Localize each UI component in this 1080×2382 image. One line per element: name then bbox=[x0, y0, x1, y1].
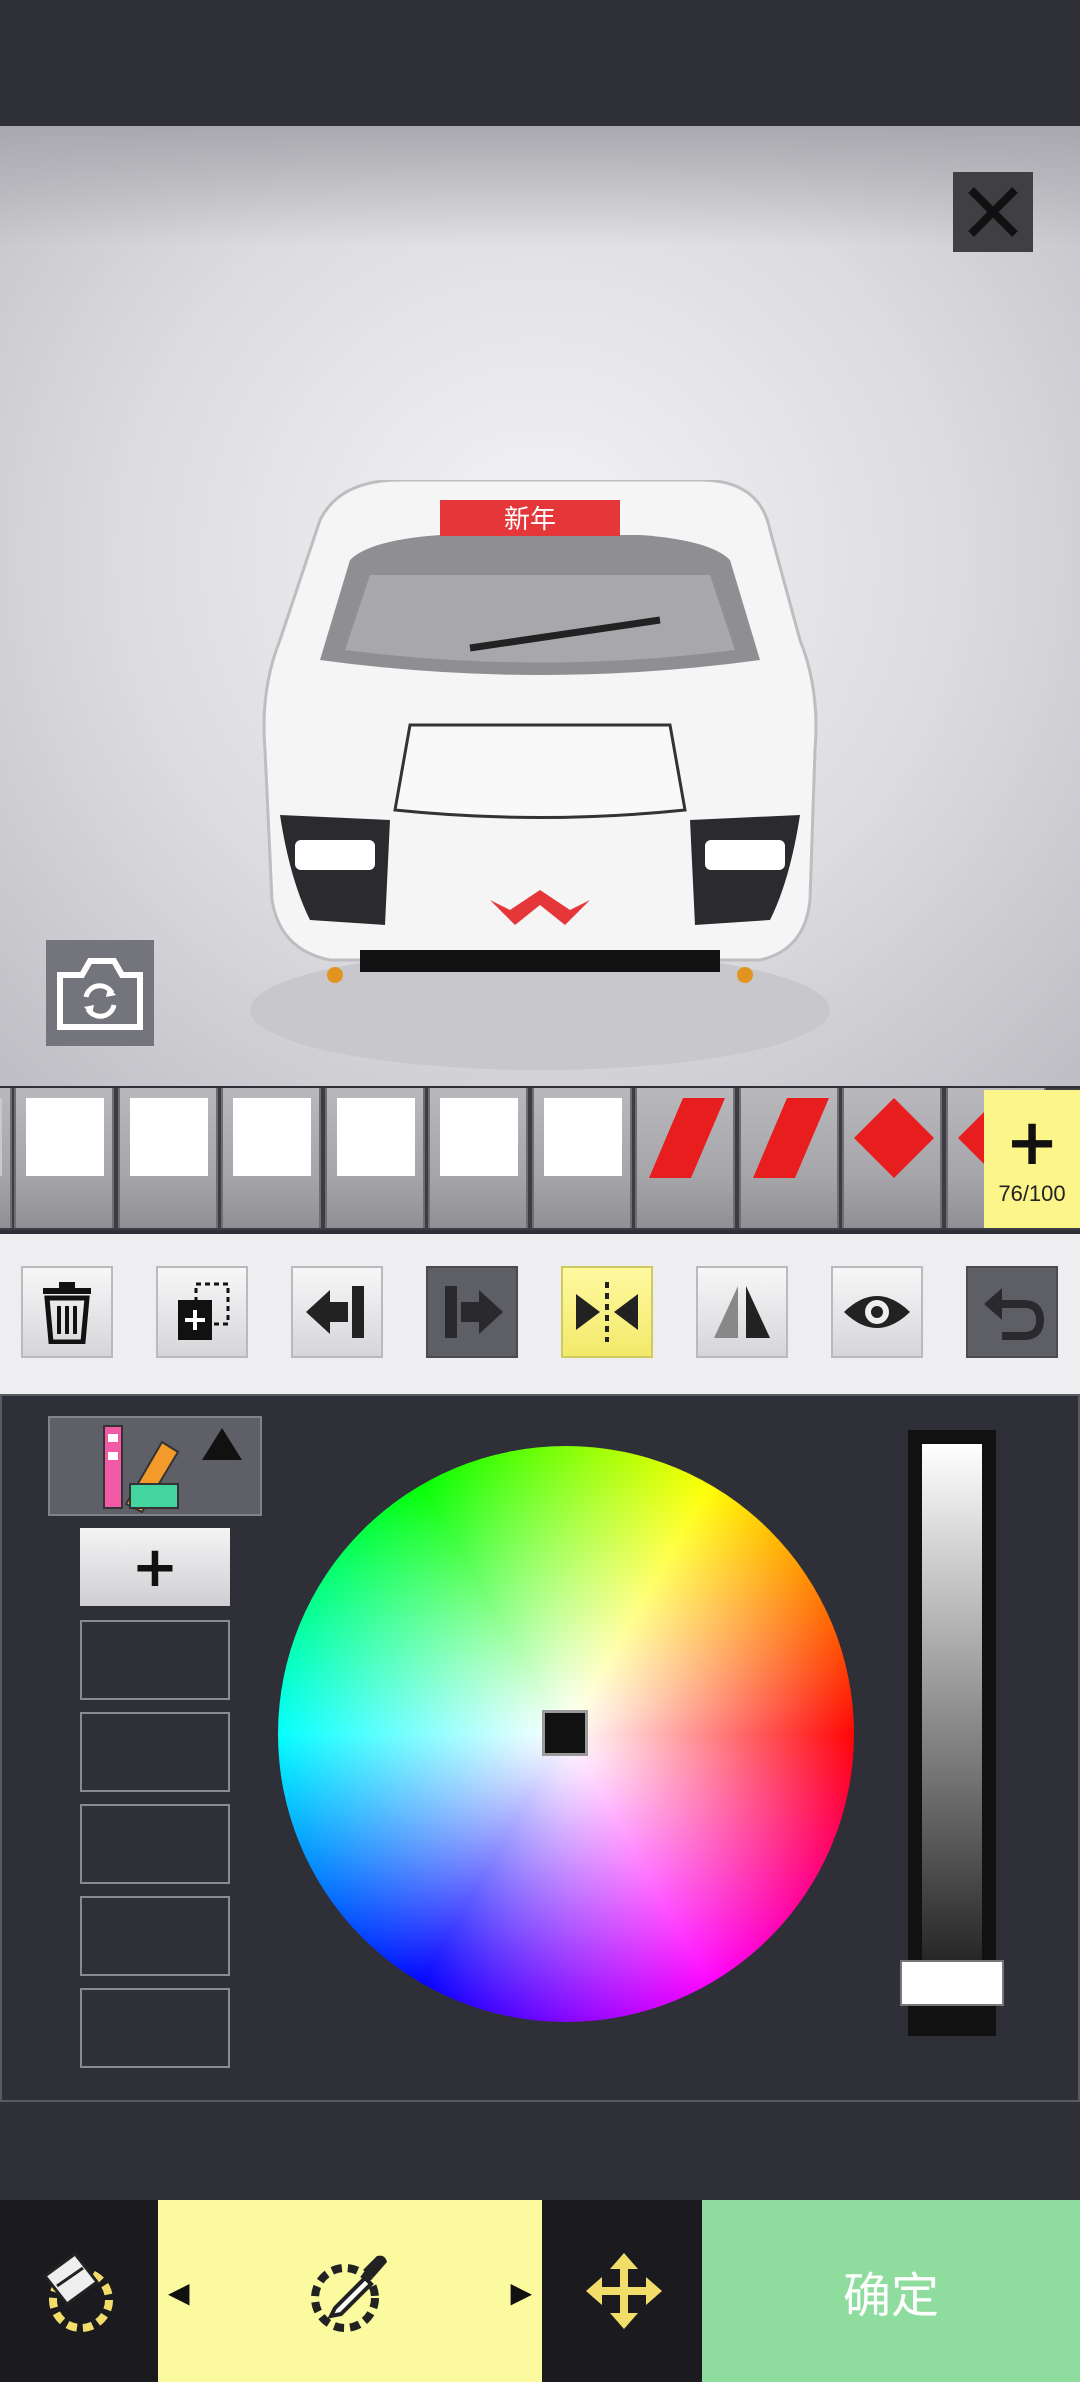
sticker-slot[interactable] bbox=[842, 1088, 942, 1228]
trash-icon bbox=[43, 1282, 91, 1344]
status-bar-area bbox=[0, 0, 1080, 126]
add-sticker-button[interactable]: + 76/100 bbox=[984, 1090, 1080, 1228]
sticker-icon bbox=[42, 2251, 113, 2332]
eyedropper-icon bbox=[311, 2255, 387, 2332]
sky-haze bbox=[0, 126, 1080, 246]
color-swatch[interactable] bbox=[80, 1804, 230, 1884]
color-swatch[interactable] bbox=[80, 1988, 230, 2068]
undo-icon bbox=[984, 1288, 1044, 1340]
red-parallelogram-icon bbox=[649, 1098, 725, 1178]
sticker-slot[interactable] bbox=[221, 1088, 321, 1228]
palette-button[interactable] bbox=[48, 1416, 262, 1516]
sticker-slot[interactable] bbox=[14, 1088, 114, 1228]
add-swatch-button[interactable]: + bbox=[80, 1528, 230, 1606]
sticker-slot[interactable] bbox=[325, 1088, 425, 1228]
color-swatch[interactable] bbox=[80, 1712, 230, 1792]
mirror-center-button[interactable] bbox=[561, 1266, 653, 1358]
close-button[interactable] bbox=[953, 172, 1033, 252]
sticker-slot[interactable] bbox=[739, 1088, 839, 1228]
sticker-slot[interactable] bbox=[428, 1088, 528, 1228]
app-root: 新年 + 76/100 + ◀ ▶ 确定 bbox=[0, 0, 1080, 2382]
sticker-strip[interactable] bbox=[0, 1088, 1080, 1230]
duplicate-button[interactable] bbox=[156, 1266, 248, 1358]
confirm-button[interactable]: 确定 bbox=[702, 2200, 1080, 2382]
flip-horizontal-icon bbox=[714, 1286, 770, 1338]
color-palette-icon bbox=[103, 1425, 242, 1514]
arrow-right-bar-icon bbox=[445, 1286, 503, 1338]
move-mode-button[interactable] bbox=[548, 2200, 700, 2382]
sticker-count: 76/100 bbox=[998, 1181, 1066, 1206]
delete-button[interactable] bbox=[21, 1266, 113, 1358]
eye-icon bbox=[844, 1296, 910, 1328]
sticker-slot[interactable] bbox=[532, 1088, 632, 1228]
camera-rotate-icon bbox=[57, 958, 143, 1030]
color-swatch[interactable] bbox=[80, 1896, 230, 1976]
paint-mode-button[interactable]: ◀ ▶ bbox=[158, 2200, 542, 2382]
red-diamond-icon bbox=[854, 1098, 934, 1178]
paint-prev-arrow[interactable]: ◀ bbox=[168, 2276, 190, 2309]
brightness-slider[interactable] bbox=[908, 1430, 996, 2036]
confirm-label: 确定 bbox=[842, 2268, 939, 2324]
car-viewport[interactable]: 新年 bbox=[0, 126, 1080, 1086]
arrow-left-bar-icon bbox=[306, 1286, 364, 1338]
hood-decal-text: 新年 bbox=[504, 505, 556, 535]
brightness-slider-knob[interactable] bbox=[900, 1960, 1004, 2006]
add-sticker-plus: + bbox=[1005, 1106, 1059, 1180]
color-swatch[interactable] bbox=[80, 1620, 230, 1700]
undo-button[interactable] bbox=[966, 1266, 1058, 1358]
brightness-gradient bbox=[922, 1444, 982, 2012]
flip-button[interactable] bbox=[696, 1266, 788, 1358]
paint-next-arrow[interactable]: ▶ bbox=[510, 2276, 532, 2309]
color-wheel-cursor[interactable] bbox=[542, 1710, 588, 1756]
mirror-center-icon bbox=[576, 1282, 638, 1342]
move-icon bbox=[586, 2253, 662, 2329]
sticker-slot[interactable] bbox=[635, 1088, 735, 1228]
camera-rotate-button[interactable] bbox=[46, 940, 154, 1046]
red-parallelogram-icon bbox=[753, 1098, 829, 1178]
close-icon bbox=[968, 187, 1018, 237]
duplicate-icon bbox=[178, 1282, 230, 1340]
sticker-mode-button[interactable] bbox=[0, 2200, 152, 2382]
car-model: 新年 bbox=[250, 480, 830, 1070]
move-right-button[interactable] bbox=[426, 1266, 518, 1358]
visibility-button[interactable] bbox=[831, 1266, 923, 1358]
sticker-slot[interactable] bbox=[118, 1088, 218, 1228]
move-left-button[interactable] bbox=[291, 1266, 383, 1358]
sticker-slot[interactable] bbox=[0, 1088, 12, 1228]
